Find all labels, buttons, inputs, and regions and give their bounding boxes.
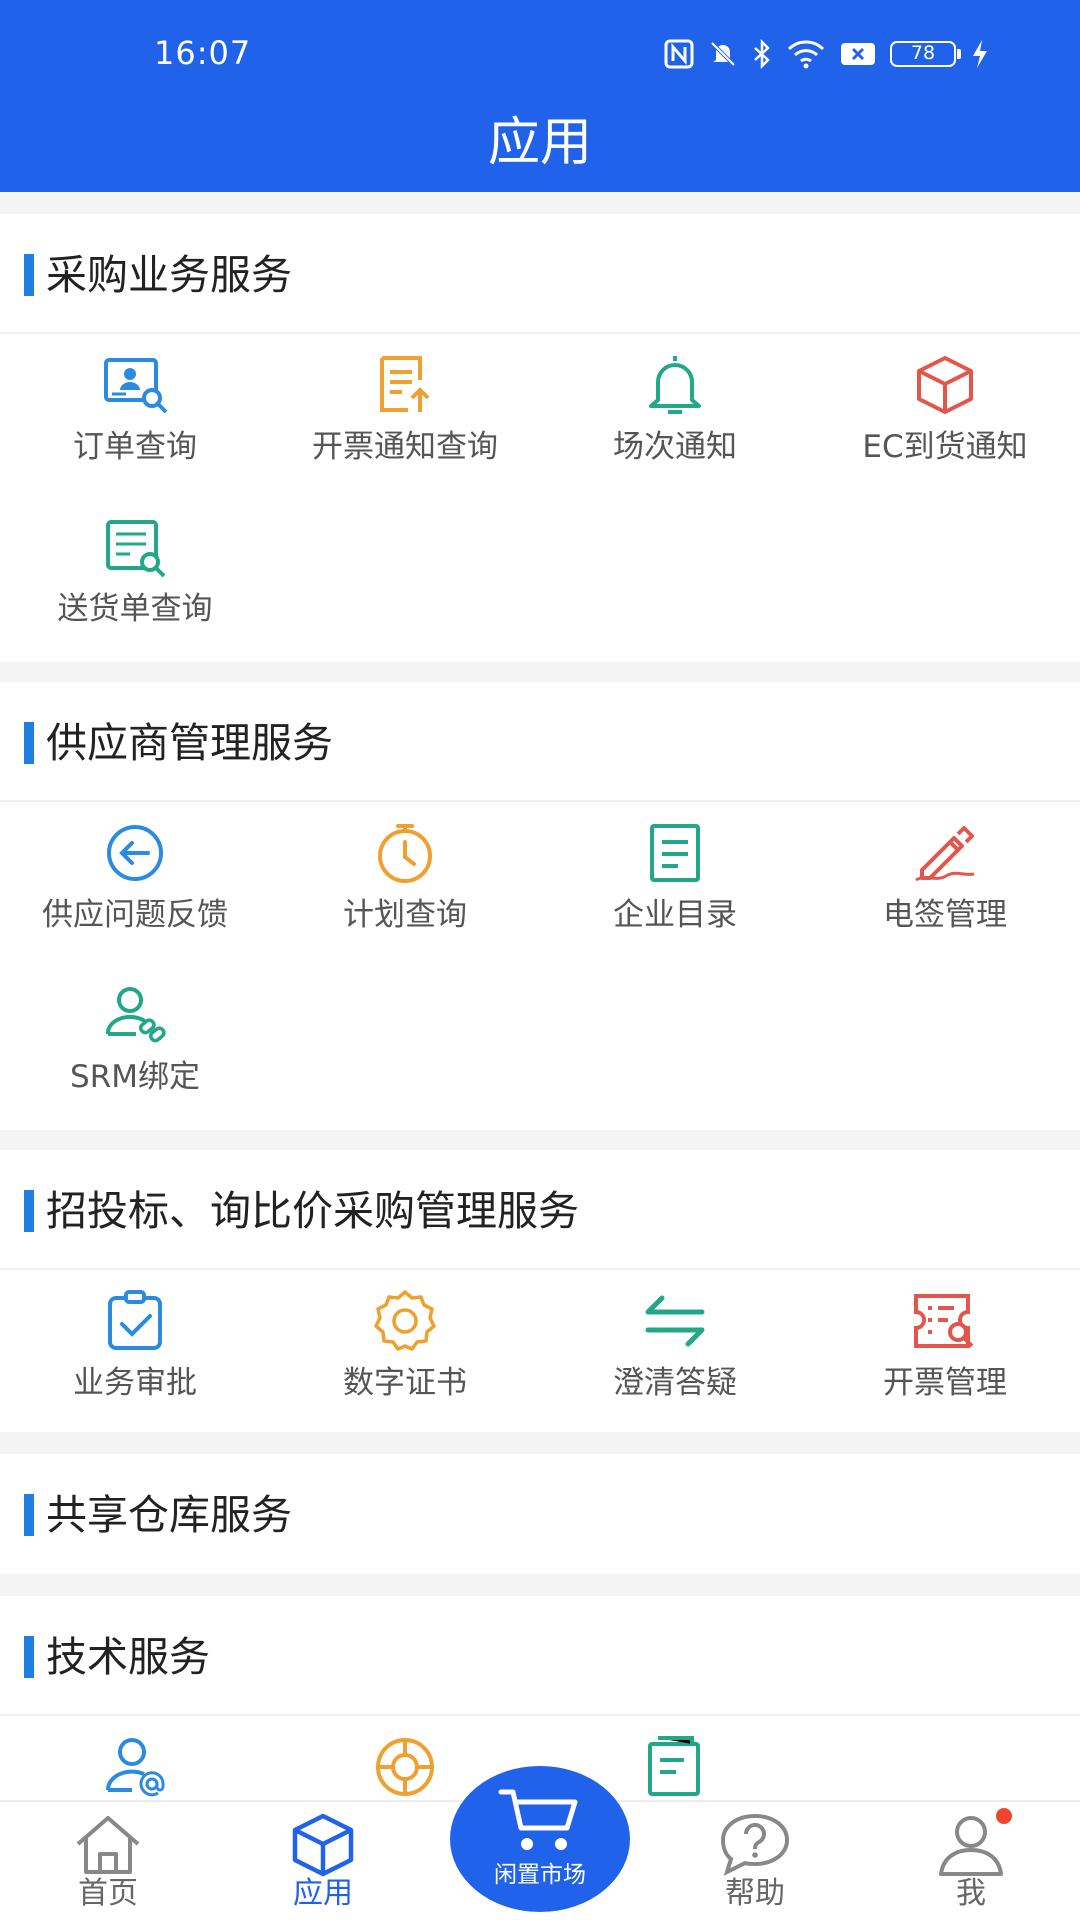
pen-signature-icon: [910, 818, 980, 888]
box-icon: [910, 350, 980, 420]
app-ec-arrival-notice[interactable]: EC到货通知: [810, 342, 1080, 502]
section-header: 供应商管理服务: [0, 682, 1080, 802]
invoice-manage-icon: [910, 1286, 980, 1356]
app-srm-binding[interactable]: SRM绑定: [0, 972, 270, 1132]
section-header: 技术服务: [0, 1596, 1080, 1716]
help-bubble-icon: [717, 1812, 793, 1878]
section-supplier-management: 供应商管理服务 供应问题反馈 计划查询 企业目录 电签管理 SRM绑定: [0, 682, 1080, 1130]
app-esign-management[interactable]: 电签管理: [810, 810, 1080, 970]
section-bidding-management: 招投标、询比价采购管理服务 业务审批 数字证书 澄清答疑 开票管理: [0, 1150, 1080, 1432]
app-label: 开票管理: [883, 1365, 1007, 1401]
page-title: 应用: [487, 113, 592, 173]
home-icon: [70, 1812, 146, 1878]
timer-icon: [370, 818, 440, 888]
section-accent-bar: [24, 1190, 34, 1232]
app-enterprise-directory[interactable]: 企业目录: [540, 810, 810, 970]
section-title: 供应商管理服务: [46, 719, 333, 767]
app-label: 送货单查询: [57, 591, 213, 627]
status-icons: 78: [664, 36, 990, 72]
status-time: 16:07: [154, 34, 252, 72]
tab-me[interactable]: 我: [891, 1802, 1051, 1920]
app-label: 计划查询: [343, 897, 467, 933]
app-tech-contact[interactable]: [0, 1724, 270, 1800]
user-email-icon: [100, 1732, 170, 1800]
section-title: 采购业务服务: [46, 251, 292, 299]
section-shared-warehouse: 共享仓库服务: [0, 1454, 1080, 1574]
order-search-icon: [100, 350, 170, 420]
apps-content[interactable]: 采购业务服务 订单查询 开票通知查询 场次通知 EC到货通知 送货单查询 供应商…: [0, 192, 1080, 1800]
section-accent-bar: [24, 1494, 34, 1536]
tab-label: 闲置市场: [494, 1862, 586, 1888]
mute-bell-icon: [708, 39, 738, 69]
notification-badge: [996, 1808, 1012, 1824]
tab-label: 应用: [293, 1876, 353, 1911]
tab-label: 我: [956, 1876, 986, 1911]
invoice-notice-icon: [370, 350, 440, 420]
app-label: 澄清答疑: [613, 1365, 737, 1401]
nfc-icon: [664, 39, 694, 69]
app-label: 供应问题反馈: [42, 897, 228, 933]
bell-icon: [640, 350, 710, 420]
wifi-icon: [786, 39, 826, 69]
bluetooth-icon: [752, 39, 772, 69]
tab-home[interactable]: 首页: [28, 1802, 188, 1920]
clipboard-check-icon: [100, 1286, 170, 1356]
app-business-approval[interactable]: 业务审批: [0, 1278, 270, 1438]
notes-icon: [640, 1732, 710, 1800]
app-plan-search[interactable]: 计划查询: [270, 810, 540, 970]
cube-icon: [285, 1812, 361, 1878]
app-label: 开票通知查询: [312, 429, 498, 465]
app-order-search[interactable]: 订单查询: [0, 342, 270, 502]
app-clarification-qa[interactable]: 澄清答疑: [540, 1278, 810, 1438]
app-label: 企业目录: [613, 897, 737, 933]
exchange-arrows-icon: [640, 1286, 710, 1356]
app-digital-certificate[interactable]: 数字证书: [270, 1278, 540, 1438]
idle-market-button[interactable]: 闲置市场: [450, 1766, 630, 1912]
tab-apps[interactable]: 应用: [243, 1802, 403, 1920]
app-invoice-management[interactable]: 开票管理: [810, 1278, 1080, 1438]
app-delivery-search[interactable]: 送货单查询: [0, 504, 270, 664]
app-header: 16:07 78 应用: [0, 0, 1080, 192]
tab-label: 首页: [78, 1876, 138, 1911]
section-procurement: 采购业务服务 订单查询 开票通知查询 场次通知 EC到货通知 送货单查询: [0, 214, 1080, 662]
section-header: 招投标、询比价采购管理服务: [0, 1150, 1080, 1270]
app-supply-feedback[interactable]: 供应问题反馈: [0, 810, 270, 970]
section-accent-bar: [24, 254, 34, 296]
app-session-notice[interactable]: 场次通知: [540, 342, 810, 502]
document-list-icon: [640, 818, 710, 888]
lifebuoy-icon: [370, 1732, 440, 1800]
tab-label: 帮助: [725, 1876, 785, 1911]
app-label: 订单查询: [73, 429, 197, 465]
section-accent-bar: [24, 722, 34, 764]
battery-indicator: 78: [890, 41, 961, 67]
section-header: 共享仓库服务: [0, 1454, 1080, 1574]
section-title: 共享仓库服务: [46, 1491, 292, 1539]
app-invoice-notice-search[interactable]: 开票通知查询: [270, 342, 540, 502]
section-title: 技术服务: [46, 1633, 210, 1681]
section-accent-bar: [24, 1636, 34, 1678]
sim-card-icon: [840, 41, 876, 67]
tab-help[interactable]: 帮助: [675, 1802, 835, 1920]
feedback-arrow-icon: [100, 818, 170, 888]
delivery-search-icon: [100, 512, 170, 582]
app-label: EC到货通知: [862, 429, 1028, 465]
app-label: 电签管理: [883, 897, 1007, 933]
app-label: SRM绑定: [70, 1059, 200, 1095]
user-link-icon: [100, 980, 170, 1050]
app-label: 业务审批: [73, 1365, 197, 1401]
section-header: 采购业务服务: [0, 214, 1080, 334]
certificate-badge-icon: [370, 1286, 440, 1356]
section-title: 招投标、询比价采购管理服务: [46, 1187, 579, 1235]
app-label: 数字证书: [343, 1365, 467, 1401]
charging-icon: [970, 39, 990, 69]
cart-icon: [498, 1789, 578, 1850]
app-label: 场次通知: [613, 429, 737, 465]
